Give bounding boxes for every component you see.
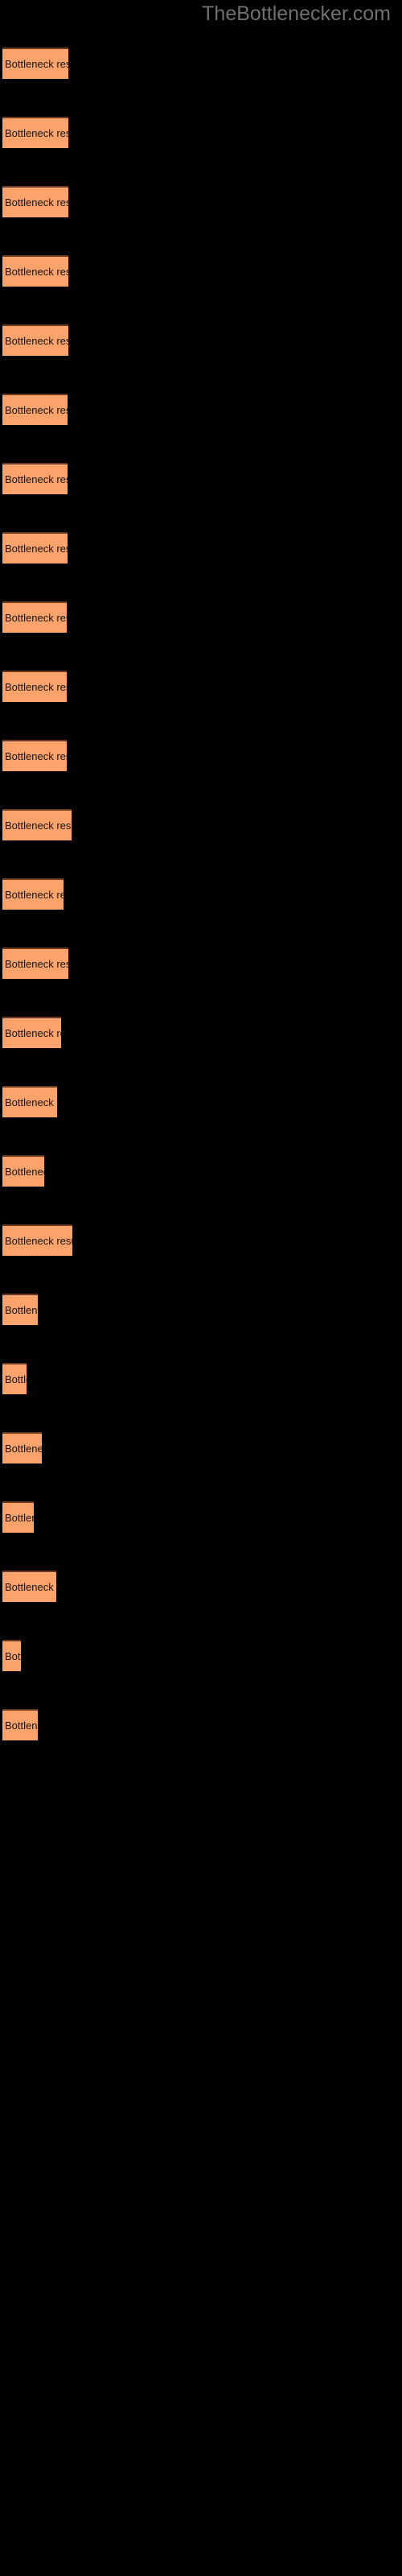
bottleneck-result-bar[interactable]: Bottleneck result <box>2 255 68 287</box>
bar-row: Bottleneck result <box>2 1086 57 1117</box>
bar-row: Bottleneck result <box>2 671 67 702</box>
bar-row: Bottleneck result <box>2 1571 56 1602</box>
bar-label: Bottleneck result <box>5 819 72 832</box>
bar-label: Bottleneck result <box>5 1373 27 1385</box>
bar-label: Bottleneck result <box>5 1719 38 1732</box>
bar-label: Bottleneck result <box>5 1442 42 1455</box>
bottleneck-result-bar[interactable]: Bottleneck result <box>2 186 68 217</box>
bottleneck-result-bar[interactable]: Bottleneck result <box>2 740 67 771</box>
bar-label: Bottleneck result <box>5 1649 21 1662</box>
bar-label: Bottleneck result <box>5 1511 34 1524</box>
bar-label: Bottleneck result <box>5 1165 44 1178</box>
bar-row: Bottleneck result <box>2 947 68 979</box>
bar-label: Bottleneck result <box>5 680 67 693</box>
bar-label: Bottleneck result <box>5 1303 38 1316</box>
bar-row: Bottleneck result <box>2 1155 44 1187</box>
bar-label: Bottleneck result <box>5 334 68 347</box>
bar-label: Bottleneck result <box>5 403 68 416</box>
bar-label: Bottleneck result <box>5 1096 57 1108</box>
bar-row: Bottleneck result <box>2 1294 38 1325</box>
bar-label: Bottleneck result <box>5 1580 56 1593</box>
bar-row: Bottleneck result <box>2 532 68 564</box>
bottleneck-bar-chart: TheBottlenecker.com Bottleneck result Bot… <box>0 0 402 2576</box>
bottleneck-result-bar[interactable]: Bottleneck result <box>2 1363 27 1394</box>
bottleneck-result-bar[interactable]: Bottleneck result <box>2 947 68 979</box>
bottleneck-result-bar[interactable]: Bottleneck result <box>2 809 72 840</box>
bar-label: Bottleneck result <box>5 888 64 901</box>
bar-row: Bottleneck result <box>2 809 72 840</box>
bottleneck-result-bar[interactable]: Bottleneck result <box>2 1571 56 1602</box>
bar-row: Bottleneck result <box>2 255 68 287</box>
bar-row: Bottleneck result <box>2 186 68 217</box>
bottleneck-result-bar[interactable]: Bottleneck result <box>2 1432 42 1463</box>
bottleneck-result-bar[interactable]: Bottleneck result <box>2 878 64 910</box>
bottleneck-result-bar[interactable]: Bottleneck result <box>2 1501 34 1533</box>
bar-label: Bottleneck result <box>5 957 68 970</box>
bottleneck-result-bar[interactable]: Bottleneck result <box>2 671 67 702</box>
bar-row: Bottleneck result <box>2 740 67 771</box>
bottleneck-result-bar[interactable]: Bottleneck result <box>2 394 68 425</box>
bar-row: Bottleneck result <box>2 1224 72 1256</box>
bar-row: Bottleneck result <box>2 1501 34 1533</box>
bar-label: Bottleneck result <box>5 611 67 624</box>
bar-label: Bottleneck result <box>5 126 68 139</box>
bottleneck-result-bar[interactable]: Bottleneck result <box>2 117 68 148</box>
bottleneck-result-bar[interactable]: Bottleneck result <box>2 1709 38 1740</box>
bar-row: Bottleneck result <box>2 601 67 633</box>
bottleneck-result-bar[interactable]: Bottleneck result <box>2 1086 57 1117</box>
bottleneck-result-bar[interactable]: Bottleneck result <box>2 1017 61 1048</box>
bottleneck-result-bar[interactable]: Bottleneck result <box>2 463 68 494</box>
bar-label: Bottleneck result <box>5 749 67 762</box>
bottleneck-result-bar[interactable]: Bottleneck result <box>2 1640 21 1671</box>
bottleneck-result-bar[interactable]: Bottleneck result <box>2 1224 72 1256</box>
site-title: TheBottlenecker.com <box>202 2 391 25</box>
bottleneck-result-bar[interactable]: Bottleneck result <box>2 1294 38 1325</box>
bottleneck-result-bar[interactable]: Bottleneck result <box>2 324 68 356</box>
bar-row: Bottleneck result <box>2 463 68 494</box>
bar-row: Bottleneck result <box>2 1017 61 1048</box>
bar-row: Bottleneck result <box>2 878 64 910</box>
bar-label: Bottleneck result <box>5 265 68 278</box>
bottleneck-result-bar[interactable]: Bottleneck result <box>2 1155 44 1187</box>
bottleneck-result-bar[interactable]: Bottleneck result <box>2 601 67 633</box>
bar-label: Bottleneck result <box>5 57 68 70</box>
bar-row: Bottleneck result <box>2 47 68 79</box>
bar-row: Bottleneck result <box>2 1363 27 1394</box>
bottleneck-result-bar[interactable]: Bottleneck result <box>2 47 68 79</box>
bar-row: Bottleneck result <box>2 1709 38 1740</box>
bar-label: Bottleneck result <box>5 1026 61 1039</box>
bar-row: Bottleneck result <box>2 324 68 356</box>
bar-label: Bottleneck result <box>5 473 68 485</box>
bottleneck-result-bar[interactable]: Bottleneck result <box>2 532 68 564</box>
bar-row: Bottleneck result <box>2 394 68 425</box>
bar-row: Bottleneck result <box>2 1640 21 1671</box>
bar-label: Bottleneck result <box>5 196 68 208</box>
bar-row: Bottleneck result <box>2 1432 42 1463</box>
bar-row: Bottleneck result <box>2 117 68 148</box>
bar-label: Bottleneck result <box>5 542 68 555</box>
bar-label: Bottleneck result <box>5 1234 72 1247</box>
